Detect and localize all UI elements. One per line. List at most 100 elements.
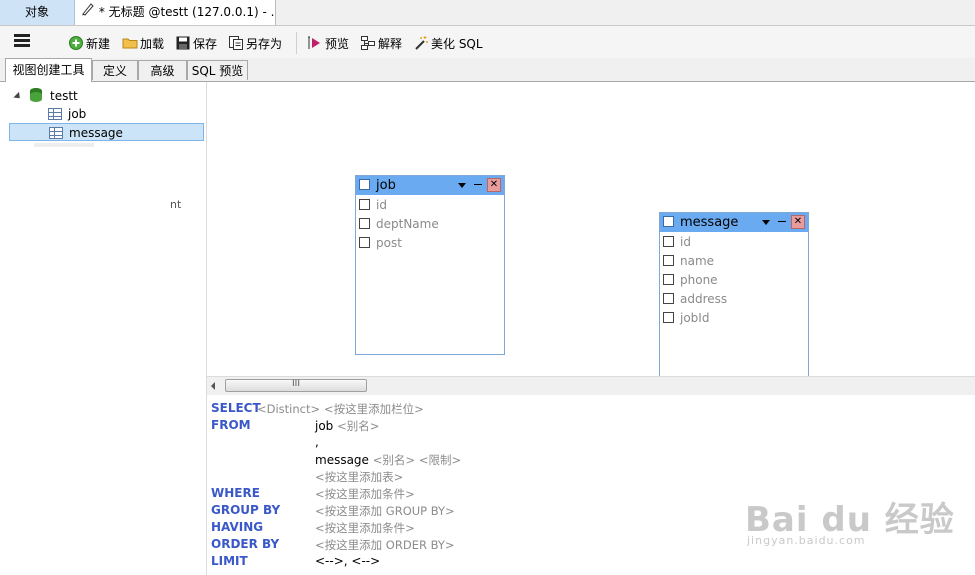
add-table-hint[interactable]: <按这里添加表> [315, 470, 403, 484]
field-row[interactable]: deptName [356, 214, 504, 233]
entity-job-header[interactable]: job ✕ [356, 176, 504, 195]
save-as-button[interactable]: 另存为 [228, 35, 282, 53]
entity-message[interactable]: message ✕ id name phone address jobId [659, 212, 809, 376]
new-icon [68, 35, 84, 51]
limit-hint[interactable]: <限制> [419, 453, 461, 467]
sql-select-keyword: SELECT [211, 401, 261, 415]
ghost-text: nt [170, 198, 182, 211]
field-checkbox[interactable] [663, 236, 674, 247]
tab-untitled-view[interactable]: * 无标题 @testt (127.0.0.1) - ... [75, 0, 276, 25]
sql-from-table-message: message <别名> <限制> [315, 452, 461, 468]
field-checkbox[interactable] [663, 274, 674, 285]
sql-having-keyword: HAVING [211, 520, 264, 534]
beautify-sql-button[interactable]: 美化 SQL [413, 35, 483, 53]
field-checkbox[interactable] [663, 255, 674, 266]
new-button[interactable]: 新建 [68, 35, 110, 53]
tab-objects[interactable]: 对象 [0, 0, 75, 25]
entity-job-title: job [376, 178, 396, 193]
save-button[interactable]: 保存 [175, 35, 217, 53]
tree-item-job[interactable]: job [48, 105, 86, 123]
preview-icon [307, 35, 323, 51]
sql-where-line: <按这里添加条件> [315, 486, 415, 502]
table-name-job: job [68, 107, 87, 121]
entity-job[interactable]: job ✕ id deptName post [355, 175, 505, 355]
add-orderby-hint[interactable]: <按这里添加 ORDER BY> [315, 538, 455, 552]
field-row[interactable]: id [660, 232, 808, 251]
preview-label: 预览 [325, 37, 350, 51]
explain-icon [360, 35, 376, 51]
tree-item-database[interactable]: testt [10, 87, 78, 105]
alias-hint[interactable]: <别名> [373, 453, 415, 467]
entity-message-select-all-checkbox[interactable] [663, 216, 674, 227]
field-row[interactable]: post [356, 233, 504, 252]
add-column-hint[interactable]: <按这里添加栏位> [324, 402, 424, 416]
add-having-hint[interactable]: <按这里添加条件> [315, 521, 415, 535]
preview-button[interactable]: 预览 [307, 35, 349, 53]
save-label: 保存 [193, 37, 218, 51]
minimize-icon[interactable] [778, 221, 786, 222]
from-table-message-name[interactable]: message [315, 453, 369, 467]
close-icon[interactable]: ✕ [791, 215, 805, 229]
dropdown-arrow-icon[interactable] [458, 183, 466, 188]
scroll-left-arrow-icon[interactable] [211, 382, 215, 390]
sql-limit-value[interactable]: <-->, <--> [315, 554, 380, 568]
table-icon [48, 108, 62, 120]
beautify-sql-label: 美化 SQL [431, 37, 483, 51]
explain-button[interactable]: 解释 [360, 35, 402, 53]
field-checkbox[interactable] [359, 199, 370, 210]
load-button[interactable]: 加载 [122, 35, 164, 53]
distinct-hint[interactable]: <Distinct> [257, 402, 320, 416]
field-row[interactable]: phone [660, 270, 808, 289]
sql-select-line: <Distinct> <按这里添加栏位> [257, 401, 424, 417]
add-condition-hint[interactable]: <按这里添加条件> [315, 487, 415, 501]
save-as-icon [228, 35, 244, 51]
field-checkbox[interactable] [359, 218, 370, 229]
diagram-canvas[interactable]: job ✕ id deptName post message ✕ id name… [207, 82, 975, 376]
field-row[interactable]: address [660, 289, 808, 308]
entity-message-header[interactable]: message ✕ [660, 213, 808, 232]
table-icon [49, 127, 63, 139]
database-name: testt [50, 89, 78, 103]
menu-icon[interactable] [14, 34, 30, 48]
sql-orderby-keyword: ORDER BY [211, 537, 280, 551]
field-row[interactable]: jobId [660, 308, 808, 327]
table-name-message: message [69, 126, 123, 140]
field-checkbox[interactable] [663, 312, 674, 323]
field-row[interactable]: name [660, 251, 808, 270]
scrollbar-thumb[interactable]: III [225, 379, 367, 392]
database-icon [30, 88, 42, 102]
new-label: 新建 [86, 37, 111, 51]
view-designer-icon [81, 0, 95, 25]
field-checkbox[interactable] [663, 293, 674, 304]
sql-from-keyword: FROM [211, 418, 251, 432]
dropdown-arrow-icon[interactable] [762, 220, 770, 225]
sql-groupby-keyword: GROUP BY [211, 503, 281, 517]
tab-untitled-view-label: * 无标题 @testt (127.0.0.1) - ... [98, 5, 276, 19]
collapse-arrow-icon[interactable] [13, 91, 23, 102]
sql-where-keyword: WHERE [211, 486, 260, 500]
sql-orderby-line: <按这里添加 ORDER BY> [315, 537, 455, 553]
sql-having-line: <按这里添加条件> [315, 520, 415, 536]
tab-sql-preview[interactable]: SQL 预览 [187, 60, 248, 80]
from-table-job-name[interactable]: job [315, 419, 333, 433]
canvas-horizontal-scrollbar[interactable]: III [207, 376, 975, 395]
tab-definition[interactable]: 定义 [92, 60, 138, 80]
tree-item-message[interactable]: message [9, 123, 204, 141]
close-icon[interactable]: ✕ [487, 178, 501, 192]
alias-hint[interactable]: <别名> [337, 419, 379, 433]
baidu-watermark: Bai du 经验 jingyan.baidu.com [745, 492, 965, 552]
tab-advanced[interactable]: 高级 [138, 60, 187, 80]
add-groupby-hint[interactable]: <按这里添加 GROUP BY> [315, 504, 455, 518]
watermark-url: jingyan.baidu.com [747, 534, 866, 547]
tab-view-builder[interactable]: 视图创建工具 [5, 58, 92, 82]
field-checkbox[interactable] [359, 237, 370, 248]
folder-icon [122, 35, 138, 51]
entity-job-select-all-checkbox[interactable] [359, 179, 370, 190]
minimize-icon[interactable] [474, 184, 482, 185]
field-row[interactable]: id [356, 195, 504, 214]
sql-groupby-line: <按这里添加 GROUP BY> [315, 503, 455, 519]
entity-message-title: message [680, 215, 739, 230]
toolbar: 新建 加载 保存 另存为 预览 解释 美化 SQL [0, 26, 975, 58]
tree-residue [34, 143, 94, 147]
designer-tabs: 视图创建工具 定义 高级 SQL 预览 [0, 58, 975, 82]
